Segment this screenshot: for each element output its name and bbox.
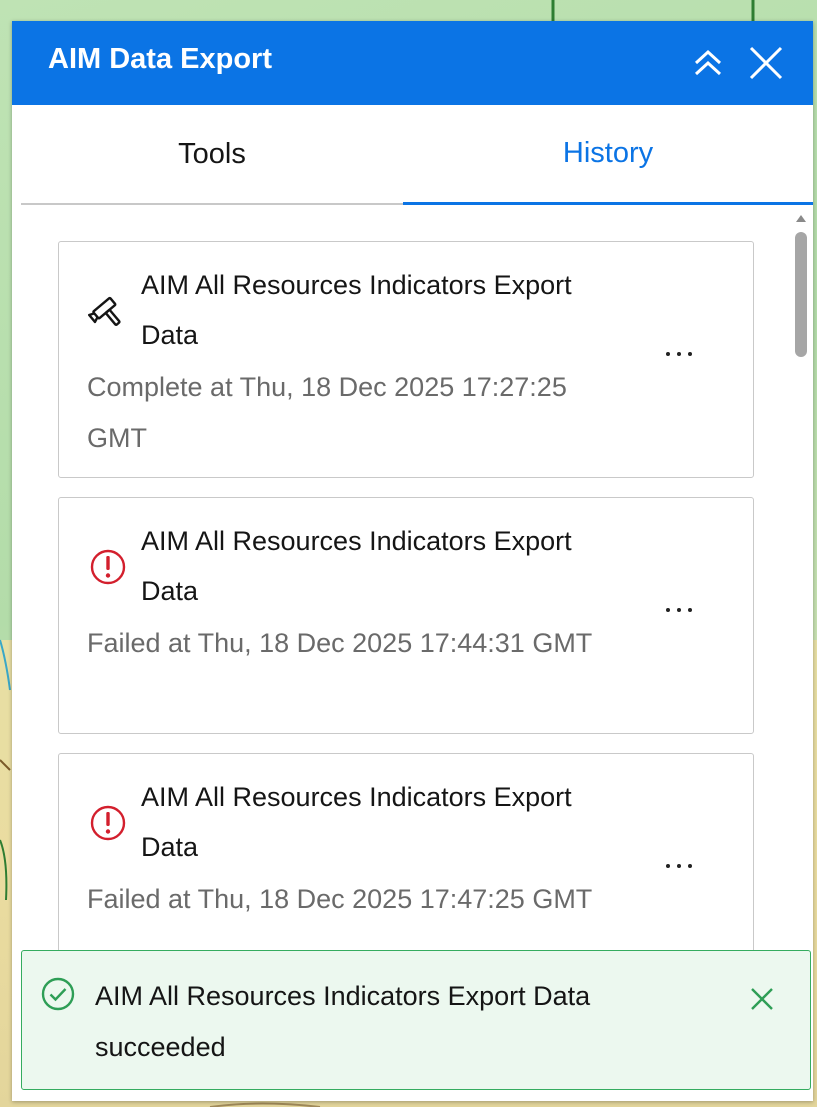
history-item-status: Complete at Thu, 18 Dec 2025 17:27:25 GM… bbox=[87, 372, 567, 453]
more-options-button[interactable] bbox=[659, 590, 699, 630]
error-icon bbox=[87, 802, 129, 844]
history-item-status: Failed at Thu, 18 Dec 2025 17:47:25 GMT bbox=[87, 884, 593, 914]
history-item-title: AIM All Resources Indicators Export Data bbox=[141, 526, 572, 606]
tab-history[interactable]: History bbox=[403, 105, 813, 205]
panel-title: AIM Data Export bbox=[48, 43, 272, 75]
history-item: AIM All Resources Indicators Export Data… bbox=[58, 497, 754, 734]
scroll-up-arrow-icon[interactable] bbox=[796, 215, 806, 222]
scrollbar-thumb[interactable] bbox=[795, 232, 807, 357]
history-item-status: Failed at Thu, 18 Dec 2025 17:44:31 GMT bbox=[87, 628, 593, 658]
tab-bar: Tools History bbox=[21, 105, 813, 205]
error-icon bbox=[87, 546, 129, 588]
history-scrollbar[interactable] bbox=[790, 211, 810, 981]
check-circle-icon bbox=[40, 976, 76, 1012]
history-list: AIM All Resources Indicators Export Data… bbox=[12, 221, 813, 981]
success-toast: AIM All Resources Indicators Export Data… bbox=[21, 950, 811, 1090]
collapse-button[interactable] bbox=[690, 45, 726, 81]
more-options-button[interactable] bbox=[659, 846, 699, 886]
history-item-title: AIM All Resources Indicators Export Data bbox=[141, 782, 572, 862]
close-panel-button[interactable] bbox=[748, 45, 784, 81]
export-panel: AIM Data Export Tools History AIM All Re… bbox=[12, 21, 813, 1101]
toast-close-button[interactable] bbox=[747, 984, 777, 1014]
close-icon bbox=[749, 46, 783, 80]
history-item: AIM All Resources Indicators Export Data… bbox=[58, 753, 754, 981]
history-item: AIM All Resources Indicators Export Data… bbox=[58, 241, 754, 478]
double-chevron-up-icon bbox=[694, 49, 722, 76]
more-options-button[interactable] bbox=[659, 334, 699, 374]
tab-tools[interactable]: Tools bbox=[21, 105, 403, 205]
hammer-icon bbox=[87, 290, 129, 332]
panel-header: AIM Data Export bbox=[12, 21, 813, 105]
close-icon bbox=[751, 988, 773, 1010]
toast-message: AIM All Resources Indicators Export Data… bbox=[95, 981, 591, 1062]
history-item-title: AIM All Resources Indicators Export Data bbox=[141, 270, 572, 350]
